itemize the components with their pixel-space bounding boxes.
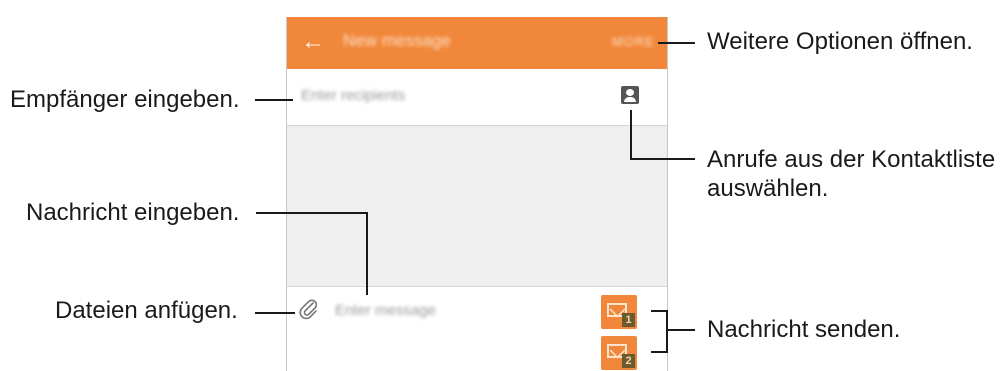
callout-line-message-v <box>366 212 368 295</box>
callout-line-contact-v <box>630 110 632 159</box>
callout-line-send-h <box>666 329 695 331</box>
callout-line-send-v <box>666 310 668 353</box>
annotation-send-message: Nachricht senden. <box>707 316 901 343</box>
callout-line-attach <box>255 312 295 314</box>
sim2-badge: 2 <box>622 354 635 368</box>
sim1-badge: 1 <box>622 313 635 327</box>
annotation-contacts-line1: Anrufe aus der Kontaktliste <box>707 146 996 173</box>
annotation-enter-recipient: Empfänger eingeben. <box>10 86 240 113</box>
screen-title: New message <box>343 31 451 50</box>
annotation-attach-files: Dateien anfügen. <box>55 297 238 324</box>
recipients-row: Enter recipients <box>287 69 667 126</box>
arrow-left-icon[interactable]: ← <box>301 27 325 57</box>
callout-line-recipient <box>255 99 293 101</box>
callout-line-send-bottom <box>651 351 668 353</box>
callout-line-contact-h <box>630 158 695 160</box>
annotation-more-options: Weitere Optionen öffnen. <box>707 28 973 55</box>
send-sim1-button[interactable]: 1 <box>601 295 637 329</box>
contact-icon[interactable] <box>621 86 639 104</box>
recipients-input[interactable]: Enter recipients <box>301 87 405 104</box>
callout-line-message-h <box>256 212 368 214</box>
annotation-contacts-line2: auswählen. <box>707 175 829 202</box>
message-thread-area <box>287 126 667 287</box>
annotation-enter-message: Nachricht eingeben. <box>26 199 240 226</box>
send-sim2-button[interactable]: 2 <box>601 336 637 370</box>
paperclip-icon[interactable] <box>297 297 321 321</box>
callout-line-more <box>658 42 695 44</box>
phone-screen: ← New message MORE Enter recipients Ente… <box>286 17 668 371</box>
more-button[interactable]: MORE <box>612 34 655 49</box>
app-bar: ← New message MORE <box>287 17 667 69</box>
message-input[interactable]: Enter message <box>335 302 436 319</box>
